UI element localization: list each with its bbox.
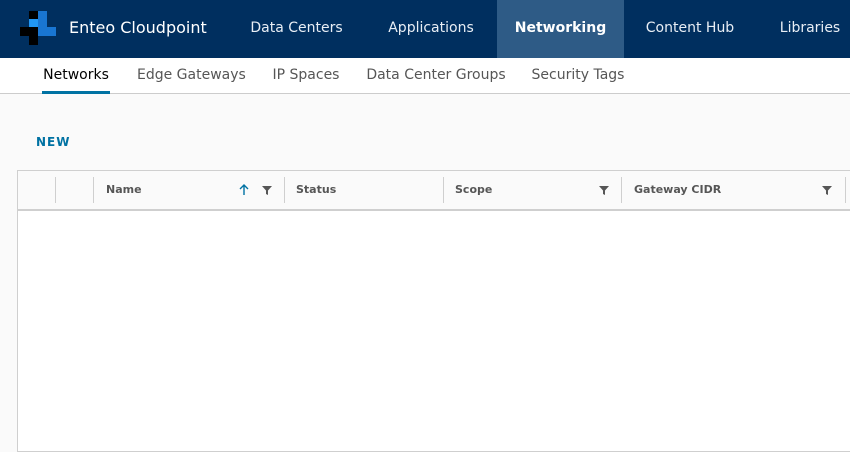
column-separator bbox=[55, 177, 56, 203]
datagrid-header: Name Status Scope Gateway CIDR bbox=[18, 171, 850, 211]
column-separator bbox=[93, 177, 94, 203]
app-title[interactable]: Enteo Cloudpoint bbox=[69, 0, 207, 58]
brand-logo-icon[interactable] bbox=[20, 11, 56, 45]
column-header-name[interactable]: Name bbox=[106, 171, 142, 209]
tab-data-center-groups[interactable]: Data Center Groups bbox=[366, 58, 506, 93]
networks-datagrid: Name Status Scope Gateway CIDR bbox=[17, 170, 850, 452]
tab-edge-gateways[interactable]: Edge Gateways bbox=[137, 58, 246, 93]
column-separator bbox=[621, 177, 622, 203]
nav-content-hub[interactable]: Content Hub bbox=[628, 0, 752, 58]
column-header-gateway-cidr[interactable]: Gateway CIDR bbox=[634, 171, 721, 209]
nav-applications[interactable]: Applications bbox=[365, 0, 497, 58]
top-header: Enteo Cloudpoint Data Centers Applicatio… bbox=[0, 0, 850, 58]
new-button[interactable]: NEW bbox=[36, 135, 70, 149]
nav-networking[interactable]: Networking bbox=[497, 0, 624, 58]
filter-icon[interactable] bbox=[821, 184, 833, 196]
tab-networks[interactable]: Networks bbox=[42, 58, 110, 94]
datagrid-body bbox=[18, 211, 850, 451]
column-separator bbox=[284, 177, 285, 203]
tab-ip-spaces[interactable]: IP Spaces bbox=[272, 58, 340, 93]
tab-security-tags[interactable]: Security Tags bbox=[530, 58, 626, 93]
column-separator bbox=[443, 177, 444, 203]
filter-icon[interactable] bbox=[261, 184, 273, 196]
sub-navigation: Networks Edge Gateways IP Spaces Data Ce… bbox=[0, 58, 850, 94]
sort-ascending-icon[interactable] bbox=[238, 184, 250, 196]
filter-icon[interactable] bbox=[598, 184, 610, 196]
column-header-scope[interactable]: Scope bbox=[455, 171, 492, 209]
nav-data-centers[interactable]: Data Centers bbox=[232, 0, 361, 58]
nav-libraries[interactable]: Libraries bbox=[764, 0, 850, 58]
column-separator bbox=[845, 177, 846, 203]
column-header-status[interactable]: Status bbox=[296, 171, 336, 209]
